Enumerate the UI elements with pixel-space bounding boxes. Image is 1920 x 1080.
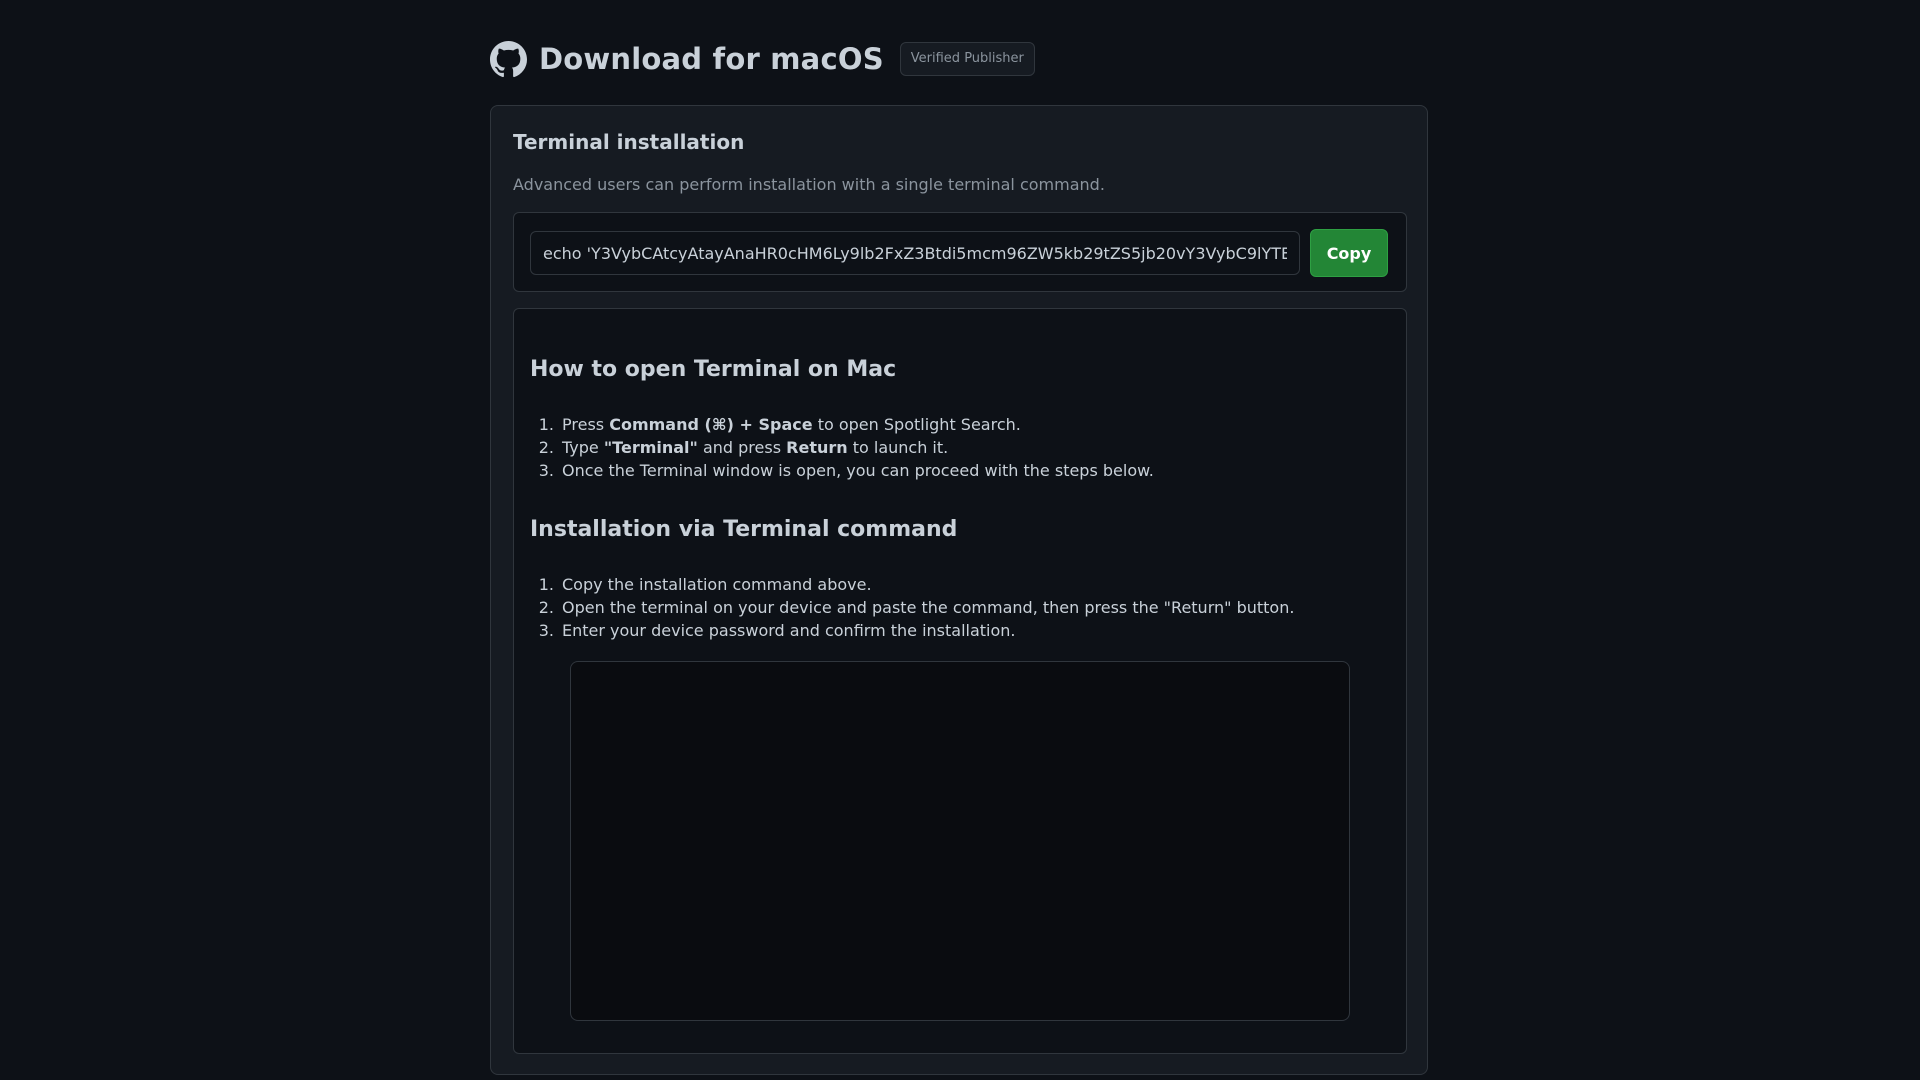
copy-button[interactable]: Copy	[1310, 229, 1388, 277]
card-subtitle: Advanced users can perform installation …	[513, 175, 1105, 194]
list-item: 2. Type "Terminal" and press Return to la…	[538, 438, 949, 457]
verified-publisher-badge: Verified Publisher	[899, 42, 1035, 76]
list-item: 2. Open the terminal on your device and p…	[538, 598, 1295, 617]
command-input[interactable]	[530, 231, 1300, 275]
github-icon	[490, 40, 527, 78]
open-terminal-steps: 1. Press Command (⌘) + Space to open Spot…	[534, 413, 1154, 482]
list-item: 1. Press Command (⌘) + Space to open Spot…	[538, 415, 1021, 434]
list-item: 1. Copy the installation command above.	[538, 575, 872, 594]
list-item: 3. Once the Terminal window is open, you …	[538, 461, 1154, 480]
page-header: Download for macOS Verified Publisher	[490, 38, 1035, 80]
install-terminal-steps: 1. Copy the installation command above. 2…	[534, 573, 1295, 642]
list-item: 3. Enter your device password and confirm…	[538, 621, 1016, 640]
open-terminal-heading: How to open Terminal on Mac	[530, 357, 897, 382]
command-box: Copy	[513, 212, 1407, 292]
instructions-panel: How to open Terminal on Mac 1. Press Comm…	[513, 308, 1407, 1054]
install-terminal-heading: Installation via Terminal command	[530, 517, 958, 542]
terminal-installation-card: Terminal installation Advanced users can…	[490, 105, 1428, 1075]
terminal-preview-video[interactable]	[570, 661, 1350, 1021]
card-title: Terminal installation	[513, 130, 745, 154]
page: Download for macOS Verified Publisher Te…	[0, 0, 1920, 1080]
page-title: Download for macOS	[539, 42, 884, 76]
